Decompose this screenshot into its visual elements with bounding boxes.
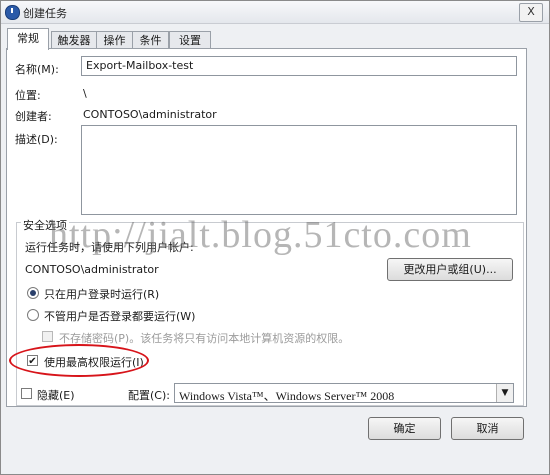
run-any-label[interactable]: 不管用户是否登录都要运行(W) [44,308,195,324]
run-logged-on-radio[interactable] [27,287,39,299]
create-task-dialog: 创建任务 X 常规 触发器 操作 条件 设置 名称(M): Export-Mai… [0,0,550,475]
tab-conditions[interactable]: 条件 [132,31,169,49]
tab-general[interactable]: 常规 [7,28,49,50]
change-user-button[interactable]: 更改用户或组(U)... [387,258,513,281]
author-value: CONTOSO\administrator [83,108,217,121]
window-title: 创建任务 [23,7,67,20]
tab-triggers[interactable]: 触发器 [51,31,97,49]
author-label: 创建者: [15,110,52,123]
name-input[interactable]: Export-Mailbox-test [81,56,517,76]
run-logged-on-label[interactable]: 只在用户登录时运行(R) [44,286,159,302]
close-button[interactable]: X [519,3,543,22]
hidden-checkbox[interactable] [21,388,32,399]
configure-select-value: Windows Vista™、Windows Server™ 2008 [179,389,395,403]
no-store-password-checkbox[interactable] [42,331,53,342]
hidden-label[interactable]: 隐藏(E) [37,387,75,403]
name-label: 名称(M): [15,63,59,76]
run-any-radio[interactable] [27,309,39,321]
configure-label: 配置(C): [128,389,170,402]
task-scheduler-icon [5,5,20,20]
security-group-title: 安全选项 [21,217,69,233]
annotation-ellipse [9,344,149,377]
description-label: 描述(D): [15,133,58,146]
location-label: 位置: [15,89,41,102]
tab-settings[interactable]: 设置 [169,31,211,49]
user-account-value: CONTOSO\administrator [25,263,159,276]
cancel-button[interactable]: 取消 [451,417,524,440]
dropdown-arrow-icon[interactable]: ▼ [496,384,513,402]
configure-select[interactable]: Windows Vista™、Windows Server™ 2008 ▼ [174,383,514,403]
no-store-password-label: 不存储密码(P)。该任务将只有访问本地计算机资源的权限。 [59,332,350,345]
run-as-label: 运行任务时，请使用下列用户帐户: [25,241,194,254]
tab-actions[interactable]: 操作 [96,31,133,49]
location-value: \ [83,87,87,100]
title-bar: 创建任务 X [1,1,549,24]
ok-button[interactable]: 确定 [368,417,441,440]
description-textarea[interactable] [81,125,517,215]
